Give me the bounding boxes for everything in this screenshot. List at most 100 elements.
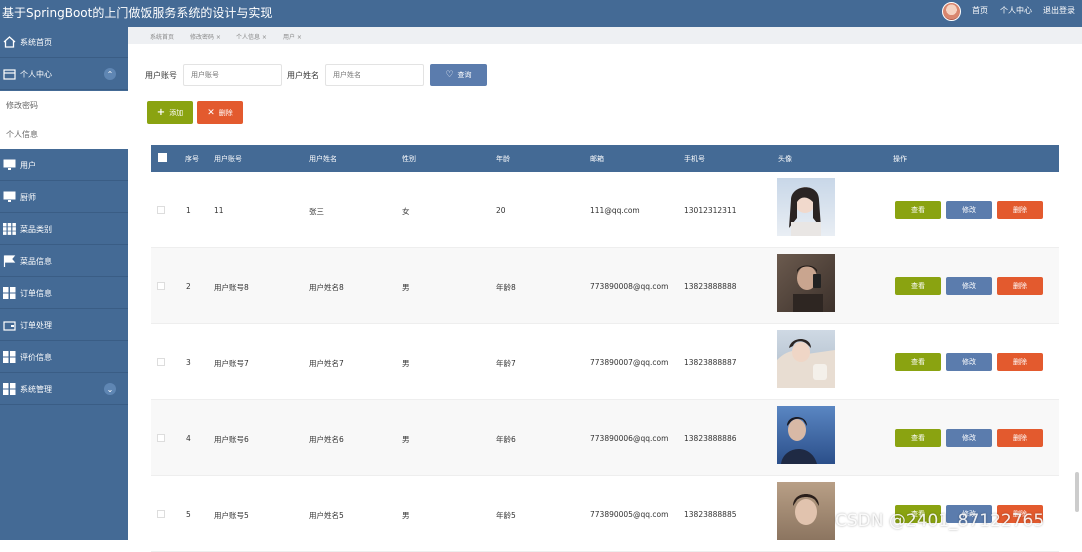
tab-users[interactable]: 用户 × [283,32,302,41]
tab-change-password[interactable]: 修改密码 × [190,32,221,41]
sidebar-item-chefs[interactable]: 厨师 [0,182,128,213]
chevron-up-icon[interactable]: ⌃ [104,68,116,80]
cell-account: 用户账号6 [214,435,249,444]
account-search-input[interactable] [183,64,282,86]
tab-bar: 系统首页 修改密码 × 个人信息 × 用户 × [128,27,1082,44]
sidebar-item-reviews[interactable]: 评价信息 [0,342,128,373]
cell-age: 年龄7 [496,359,516,368]
sidebar-item-personal-info[interactable]: 个人信息 [0,120,128,149]
column-header: 年龄 [496,155,510,163]
flag-icon [2,255,16,267]
sidebar-item-label: 用户 [20,160,36,170]
sidebar-item-dish-info[interactable]: 菜品信息 [0,246,128,277]
grid-icon [2,223,16,235]
monitor-icon [2,191,16,203]
scrollbar[interactable] [1075,472,1079,512]
tab-personal-info[interactable]: 个人信息 × [236,32,267,41]
column-header: 手机号 [684,155,705,163]
view-button[interactable]: 查看 [895,353,941,371]
delete-button[interactable]: 删除 [997,201,1043,219]
cell-age: 年龄5 [496,511,516,520]
sidebar-item-label: 订单信息 [20,288,52,298]
avatar-photo [777,330,835,388]
row-checkbox[interactable] [157,282,165,290]
user-avatar[interactable] [942,2,961,21]
edit-button[interactable]: 修改 [946,429,992,447]
edit-button[interactable]: 修改 [946,277,992,295]
cell-phone: 13012312311 [684,206,737,215]
sidebar-item-label: 系统首页 [20,37,52,47]
sidebar-item-label: 厨师 [20,192,36,202]
heart-icon: ♡ [445,70,454,80]
sidebar-item-home[interactable]: 系统首页 [0,27,128,58]
grid-icon [2,383,16,395]
watermark: CSDN @2401_87122765 [835,511,1045,531]
avatar-photo [777,254,835,312]
cell-gender: 男 [402,359,410,368]
cell-gender: 男 [402,511,410,520]
select-all-checkbox[interactable] [158,153,167,162]
cell-name: 用户姓名8 [309,283,344,292]
home-link[interactable]: 首页 [972,5,988,16]
cell-email: 773890005@qq.com [590,510,669,519]
edit-button[interactable]: 修改 [946,201,992,219]
avatar-photo [777,178,835,236]
sidebar-item-system-management[interactable]: 系统管理 ⌄ [0,374,128,405]
sidebar-item-dish-category[interactable]: 菜品类别 [0,214,128,245]
plus-icon: + [156,107,166,118]
sidebar-item-label: 系统管理 [20,384,52,394]
query-button[interactable]: ♡ 查询 [430,64,487,86]
add-button[interactable]: + 添加 [147,101,193,124]
sidebar-item-label: 菜品信息 [20,256,52,266]
batch-delete-button[interactable]: ✕ 删除 [197,101,243,124]
cell-phone: 13823888887 [684,358,737,367]
cell-email: 773890008@qq.com [590,282,669,291]
monitor-icon [2,159,16,171]
cell-email: 773890006@qq.com [590,434,669,443]
row-checkbox[interactable] [157,434,165,442]
view-button[interactable]: 查看 [895,201,941,219]
logout-link[interactable]: 退出登录 [1043,5,1075,16]
column-header: 用户账号 [214,155,242,163]
column-header: 序号 [185,155,199,163]
cell-index: 2 [186,282,191,291]
edit-button[interactable]: 修改 [946,353,992,371]
table-row: 2 用户账号8 用户姓名8 男 年龄8 773890008@qq.com 138… [151,248,1059,324]
sidebar-item-label: 个人中心 [20,69,52,79]
column-header: 邮箱 [590,155,604,163]
delete-button[interactable]: 删除 [997,277,1043,295]
sidebar-item-order-info[interactable]: 订单信息 [0,278,128,309]
profile-link[interactable]: 个人中心 [1000,5,1032,16]
row-checkbox[interactable] [157,206,165,214]
view-button[interactable]: 查看 [895,429,941,447]
delete-button[interactable]: 删除 [997,429,1043,447]
table-row: 3 用户账号7 用户姓名7 男 年龄7 773890007@qq.com 138… [151,324,1059,400]
name-search-input[interactable] [325,64,424,86]
home-icon [2,36,16,48]
cell-age: 年龄8 [496,283,516,292]
cell-age: 年龄6 [496,435,516,444]
sidebar: 系统首页 个人中心 ⌃ 修改密码 个人信息 用户 厨师 菜品类别 菜品信息 订单… [0,27,128,540]
cell-index: 5 [186,510,191,519]
sidebar-item-personal-center[interactable]: 个人中心 ⌃ [0,59,128,90]
app-title: 基于SpringBoot的上门做饭服务系统的设计与实现 [2,6,273,20]
cell-account: 用户账号8 [214,283,249,292]
grid-icon [2,351,16,363]
wallet-icon [2,68,16,80]
sidebar-item-label: 菜品类别 [20,224,52,234]
account-label: 用户账号 [145,71,177,80]
tab-home[interactable]: 系统首页 [150,32,174,41]
row-checkbox[interactable] [157,358,165,366]
sidebar-item-users[interactable]: 用户 [0,150,128,181]
cell-name: 用户姓名5 [309,511,344,520]
close-icon: ✕ [207,107,215,118]
row-checkbox[interactable] [157,510,165,518]
chevron-down-icon[interactable]: ⌄ [104,383,116,395]
cell-index: 3 [186,358,191,367]
sidebar-item-order-processing[interactable]: 订单处理 [0,310,128,341]
view-button[interactable]: 查看 [895,277,941,295]
sidebar-item-change-password[interactable]: 修改密码 [0,91,128,120]
wallet-icon [2,319,16,331]
cell-name: 用户姓名7 [309,359,344,368]
delete-button[interactable]: 删除 [997,353,1043,371]
